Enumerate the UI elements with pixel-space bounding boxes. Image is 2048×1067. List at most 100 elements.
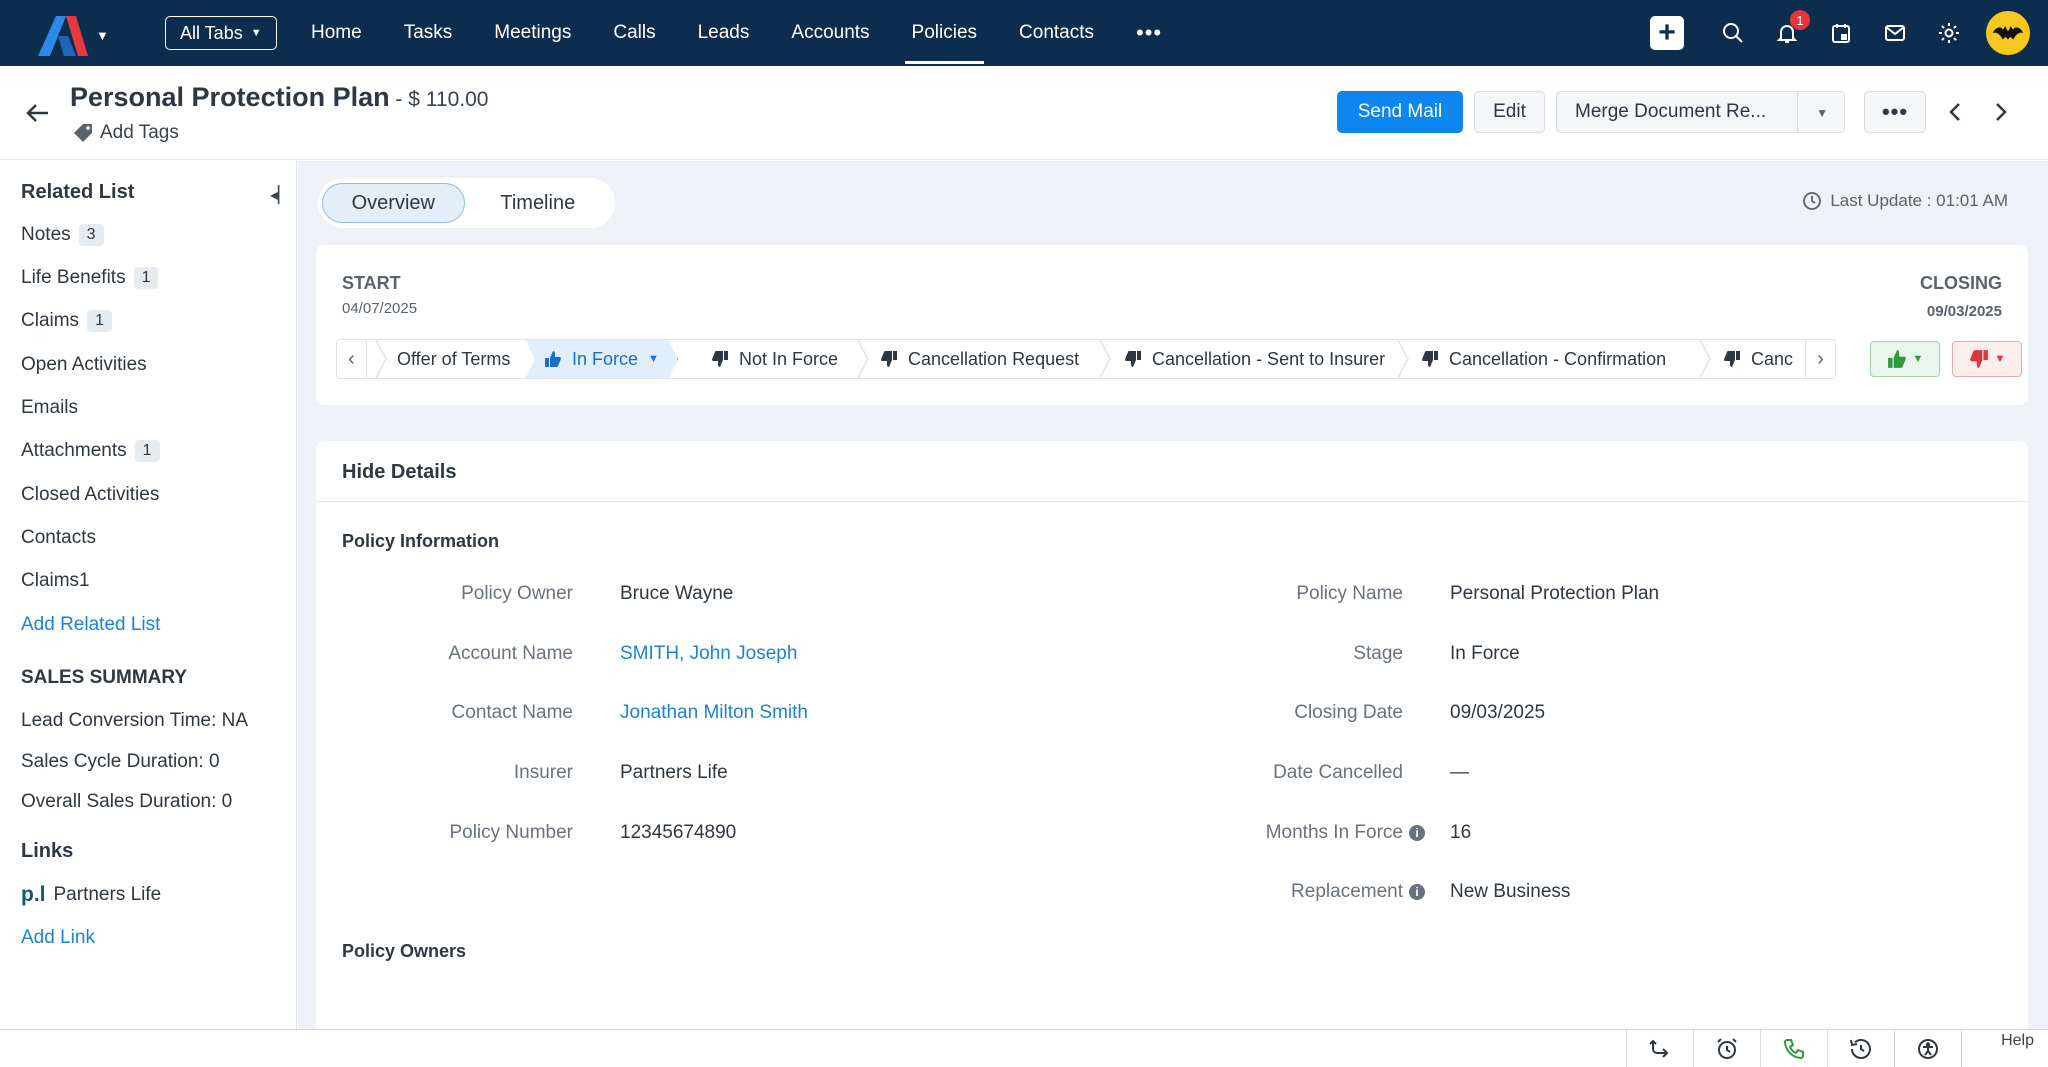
related-item-life-benefits[interactable]: Life Benefits 1 — [21, 267, 159, 289]
record-title: Personal Protection Plan — [70, 82, 390, 112]
stage-in-force[interactable]: In Force ▼ — [525, 339, 678, 379]
nav-home[interactable]: Home — [290, 0, 383, 66]
nav-accounts[interactable]: Accounts — [770, 0, 890, 66]
related-item-label: Claims — [21, 310, 80, 331]
create-plus-button[interactable]: + — [1650, 16, 1684, 50]
user-avatar[interactable] — [1986, 11, 2030, 55]
nav-tasks[interactable]: Tasks — [383, 0, 474, 66]
related-item-closed-activities[interactable]: Closed Activities — [21, 484, 159, 506]
nav-meetings[interactable]: Meetings — [473, 0, 592, 66]
stage-offer-of-terms[interactable]: Offer of Terms — [397, 340, 510, 378]
field-label-policy-number: Policy Number — [449, 822, 573, 843]
pipeline-next-chevron-icon[interactable]: › — [1805, 340, 1835, 378]
search-icon[interactable] — [1706, 0, 1760, 66]
alarm-clock-icon[interactable] — [1693, 1030, 1760, 1067]
field-value-policy-owner: Bruce Wayne — [620, 583, 734, 604]
related-item-emails[interactable]: Emails — [21, 397, 78, 419]
accessibility-icon[interactable] — [1894, 1030, 1961, 1067]
nav-contacts[interactable]: Contacts — [998, 0, 1115, 66]
all-tabs-button[interactable]: All Tabs ▼ — [165, 16, 277, 50]
related-item-open-activities[interactable]: Open Activities — [21, 354, 147, 376]
add-related-list-link[interactable]: Add Related List — [21, 614, 160, 636]
field-value-contact-name-link[interactable]: Jonathan Milton Smith — [620, 702, 808, 724]
clock-icon — [1803, 192, 1822, 210]
mark-won-button[interactable]: ▼ — [1870, 341, 1940, 377]
notifications-bell-icon[interactable]: 1 — [1760, 0, 1814, 66]
merge-document-button[interactable]: Merge Document Re... ▼ — [1556, 91, 1845, 133]
field-label-date-cancelled: Date Cancelled — [1273, 762, 1403, 783]
nav-leads[interactable]: Leads — [677, 0, 771, 66]
send-mail-button[interactable]: Send Mail — [1337, 91, 1463, 133]
stage-card: START 04/07/2025 CLOSING 09/03/2025 ‹ Of… — [316, 245, 2028, 405]
related-item-label: Claims1 — [21, 570, 90, 591]
nav-more-button[interactable]: ••• — [1115, 0, 1183, 66]
tab-timeline[interactable]: Timeline — [465, 183, 611, 223]
links-title: Links — [21, 840, 74, 862]
stage-label: Offer of Terms — [397, 348, 511, 369]
add-link[interactable]: Add Link — [21, 927, 95, 949]
divider — [316, 501, 2028, 502]
related-item-claims1[interactable]: Claims1 — [21, 570, 90, 592]
related-item-attachments[interactable]: Attachments 1 — [21, 440, 160, 462]
info-icon[interactable]: i — [1409, 884, 1425, 900]
view-tabs: Overview Timeline — [318, 178, 615, 228]
back-arrow-icon[interactable] — [22, 98, 52, 128]
thumbs-up-icon — [1887, 350, 1906, 368]
history-icon[interactable] — [1827, 1030, 1894, 1067]
related-item-notes[interactable]: Notes 3 — [21, 224, 104, 246]
last-update-text: Last Update : 01:01 AM — [1830, 191, 2008, 210]
nav-right-tools: + 1 — [1650, 0, 2048, 66]
field-label-closing-date: Closing Date — [1294, 702, 1403, 723]
stage-cancelled-truncated[interactable]: Canc — [1723, 340, 1793, 378]
next-record-chevron-icon[interactable] — [1987, 99, 2013, 125]
hide-details-toggle[interactable]: Hide Details — [342, 461, 456, 484]
nav-calls[interactable]: Calls — [592, 0, 676, 66]
record-amount: - $ 110.00 — [389, 88, 489, 111]
thumbs-down-icon — [1969, 350, 1988, 368]
mark-lost-button[interactable]: ▼ — [1952, 341, 2022, 377]
related-item-claims[interactable]: Claims 1 — [21, 310, 112, 332]
link-partners-life[interactable]: p.l Partners Life — [21, 883, 161, 907]
logo-caret-icon[interactable]: ▼ — [96, 28, 109, 43]
signals-icon[interactable] — [1626, 1030, 1693, 1067]
stage-not-in-force[interactable]: Not In Force — [711, 340, 838, 378]
help-button[interactable]: Help — [1961, 1030, 2048, 1067]
stage-pipeline: ‹ Offer of Terms In Force ▼ Not In Force… — [336, 339, 1836, 379]
app-logo[interactable] — [34, 14, 90, 58]
nav-policies[interactable]: Policies — [891, 0, 998, 66]
mail-icon[interactable] — [1868, 0, 1922, 66]
phone-icon[interactable] — [1760, 1030, 1827, 1067]
stage-cancellation-confirmation[interactable]: Cancellation - Confirmation — [1421, 340, 1666, 378]
calendar-icon[interactable] — [1814, 0, 1868, 66]
stage-cancellation-sent-to-insurer[interactable]: Cancellation - Sent to Insurer — [1124, 340, 1385, 378]
field-label-account-name: Account Name — [448, 643, 573, 664]
overall-sales-duration: Overall Sales Duration: 0 — [21, 791, 233, 812]
info-icon[interactable]: i — [1409, 825, 1425, 841]
related-item-label: Notes — [21, 224, 71, 245]
thumbs-down-icon — [1422, 351, 1438, 367]
edit-button[interactable]: Edit — [1474, 91, 1545, 133]
add-tags-button[interactable]: Add Tags — [72, 122, 179, 144]
related-item-contacts[interactable]: Contacts — [21, 527, 96, 549]
stage-label: Cancellation Request — [908, 348, 1080, 369]
stage-label: Not In Force — [739, 348, 839, 369]
thumbs-down-icon — [1724, 351, 1740, 367]
help-label: Help — [2001, 1032, 2034, 1049]
merge-dropdown-caret-icon[interactable]: ▼ — [1816, 106, 1828, 120]
caret-down-icon[interactable]: ▼ — [648, 353, 659, 365]
settings-gear-icon[interactable] — [1922, 0, 1976, 66]
thumbs-down-icon — [712, 351, 728, 367]
field-value-account-name-link[interactable]: SMITH, John Joseph — [620, 643, 797, 665]
stage-separator — [1099, 340, 1111, 378]
stage-cancellation-request[interactable]: Cancellation Request — [880, 340, 1079, 378]
label-text: Months In Force — [1265, 822, 1403, 843]
previous-record-chevron-icon[interactable] — [1943, 99, 1969, 125]
collapse-sidebar-icon[interactable]: ◂▏ — [270, 185, 290, 205]
merge-document-label: Merge Document Re... — [1575, 101, 1767, 122]
field-label-policy-owner: Policy Owner — [461, 583, 573, 604]
more-actions-button[interactable]: ••• — [1864, 91, 1926, 133]
related-item-label: Attachments — [21, 440, 127, 461]
field-value-stage: In Force — [1450, 643, 1520, 664]
tab-overview[interactable]: Overview — [322, 183, 465, 223]
pipeline-prev-chevron-icon[interactable]: ‹ — [337, 340, 367, 378]
